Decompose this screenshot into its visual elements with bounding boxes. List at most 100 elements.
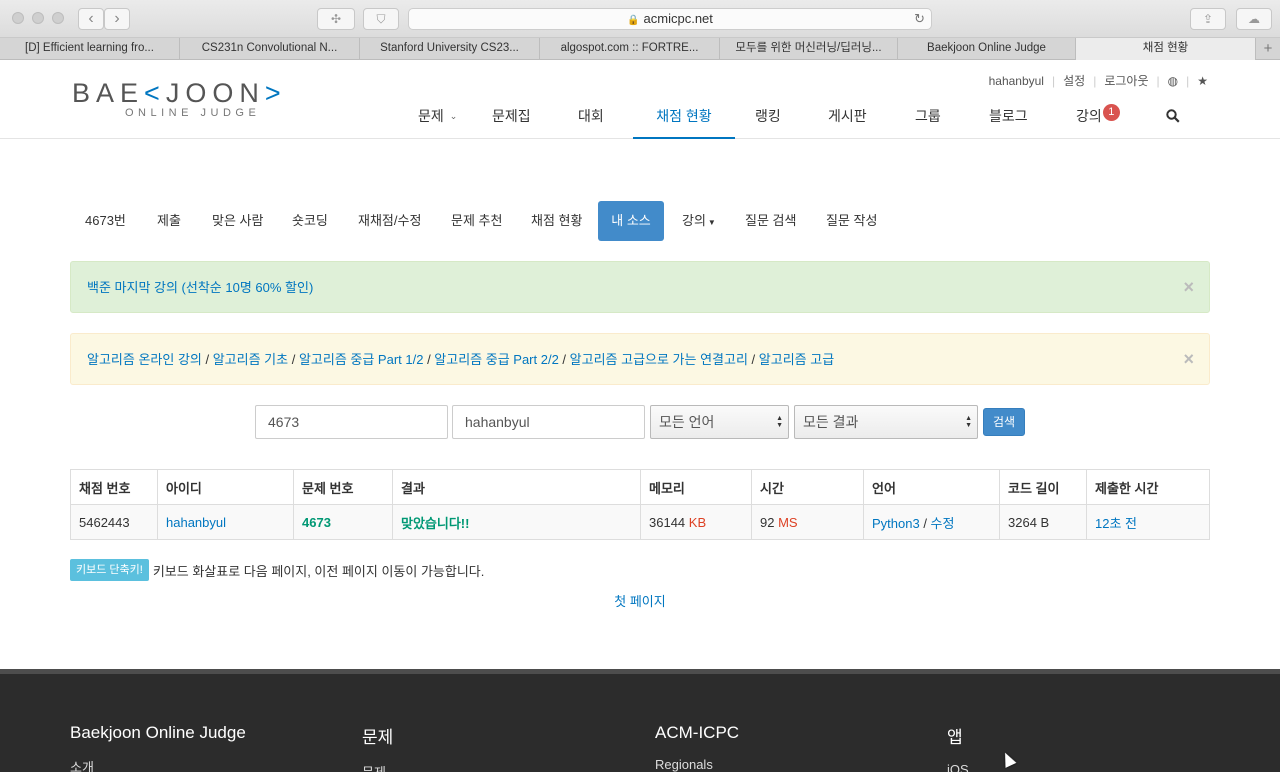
share-icon: ⇪ (1202, 12, 1214, 26)
tab-status[interactable]: 채점 현황 (516, 201, 597, 241)
user-link[interactable]: hahanbyul (166, 515, 226, 530)
result-select[interactable]: 모든 결과 ▲ ▼ (794, 405, 978, 439)
footer-column: Baekjoon Online Judge 소개 (70, 723, 246, 772)
nav-blog[interactable]: 블로그 (989, 106, 1028, 139)
browser-tab-active[interactable]: 채점 현황 (1076, 38, 1256, 60)
problem-id-input[interactable]: 4673 (255, 405, 448, 439)
nav-contest[interactable]: 대회 (578, 106, 604, 139)
footer-link[interactable]: 문제 (362, 762, 393, 772)
column-header: 채점 번호 (70, 469, 158, 505)
globe-icon[interactable]: ◍ (1168, 74, 1178, 88)
time-value: 92 (760, 514, 775, 530)
browser-tab[interactable]: Stanford University CS23... (360, 38, 540, 60)
chevron-right-icon: › (114, 10, 120, 27)
tab-recommend[interactable]: 문제 추천 (436, 201, 517, 241)
caret-down-icon: ▼ (707, 218, 716, 227)
lock-icon: 🔒 (627, 15, 640, 26)
lecture-link[interactable]: 알고리즘 온라인 강의 (87, 352, 202, 367)
close-icon[interactable]: × (1183, 262, 1194, 312)
nav-lecture[interactable]: 강의 1 (1076, 104, 1120, 139)
tab-lecture[interactable]: 강의 ▼ (667, 201, 731, 241)
browser-tab[interactable]: 모두를 위한 머신러닝/딥러닝... (720, 38, 898, 60)
time-cell: 92 MS (751, 504, 864, 540)
nav-problems[interactable]: 문제 ⌄ (418, 106, 457, 139)
tab-short-coding[interactable]: 숏코딩 (277, 201, 343, 241)
footer-link[interactable]: iOS (947, 762, 969, 772)
browser-tab-bar: [D] Efficient learning fro... CS231n Con… (0, 38, 1280, 60)
select-value: 모든 언어 (659, 414, 715, 430)
extensions-button[interactable]: ✣ (317, 8, 355, 30)
browser-tab[interactable]: CS231n Convolutional N... (180, 38, 360, 60)
tab-solved-users[interactable]: 맞은 사람 (197, 201, 278, 241)
star-icon[interactable]: ★ (1197, 74, 1208, 88)
share-button[interactable]: ⇪ (1190, 8, 1226, 30)
zoom-window-button[interactable] (52, 12, 64, 24)
lecture-link[interactable]: 알고리즘 중급 Part 2/2 (434, 352, 559, 367)
result-accepted: 맞았습니다!! (401, 515, 470, 531)
footer-link[interactable]: Regionals (655, 757, 739, 772)
separator: / (919, 515, 931, 531)
user-id-input[interactable]: hahanbyul (452, 405, 645, 439)
cloud-button[interactable]: ☁ (1236, 8, 1272, 30)
keyboard-hint-text: 키보드 화살표로 다음 페이지, 이전 페이지 이동이 가능합니다. (152, 563, 485, 579)
table-row: 5462443 hahanbyul 4673 맞았습니다!! 36144 KB … (70, 504, 1210, 540)
table-header-row: 채점 번호 아이디 문제 번호 결과 메모리 시간 언어 코드 길이 제출한 시… (70, 469, 1210, 505)
tab-problem-number[interactable]: 4673번 (70, 201, 141, 241)
separator: / (201, 352, 213, 367)
new-tab-button[interactable]: + (1256, 38, 1280, 60)
nav-group[interactable]: 그룹 (915, 106, 941, 139)
lecture-link[interactable]: 알고리즘 중급 Part 1/2 (299, 352, 424, 367)
nav-workbook[interactable]: 문제집 (492, 106, 531, 139)
browser-tab[interactable]: [D] Efficient learning fro... (0, 38, 180, 60)
separator: / (288, 352, 299, 367)
tab-label: 강의 (682, 213, 706, 228)
forward-button[interactable]: › (104, 8, 130, 30)
footer-link[interactable]: 소개 (70, 757, 246, 772)
language-select[interactable]: 모든 언어 ▲ ▼ (650, 405, 789, 439)
close-window-button[interactable] (12, 12, 24, 24)
tab-rejudge[interactable]: 재채점/수정 (343, 201, 436, 241)
tab-question-write[interactable]: 질문 작성 (811, 201, 892, 241)
nav-label: 강의 (1076, 108, 1102, 124)
lecture-link[interactable]: 알고리즘 고급으로 가는 연결고리 (570, 352, 748, 367)
submitted-time-link[interactable]: 12초 전 (1095, 516, 1137, 531)
tab-question-search[interactable]: 질문 검색 (730, 201, 811, 241)
logo-bracket: > (264, 78, 287, 108)
column-header: 시간 (751, 469, 864, 505)
reload-icon[interactable]: ↻ (914, 9, 925, 29)
logo-text: BAE (72, 78, 145, 108)
browser-tab[interactable]: algospot.com :: FORTRE... (540, 38, 720, 60)
close-icon[interactable]: × (1183, 334, 1194, 384)
pocket-button[interactable]: ⛉ (363, 8, 399, 30)
puzzle-icon: ✣ (330, 12, 342, 26)
column-header: 언어 (863, 469, 1000, 505)
edit-link[interactable]: 수정 (931, 516, 955, 531)
cloud-icon: ☁ (1248, 12, 1260, 26)
tab-submit[interactable]: 제출 (142, 201, 196, 241)
username-link[interactable]: hahanbyul (989, 74, 1044, 88)
footer-column: 문제 문제 (362, 723, 393, 772)
minimize-window-button[interactable] (32, 12, 44, 24)
first-page-label[interactable]: 첫 페이지 (614, 594, 665, 609)
search-icon[interactable] (1166, 106, 1180, 139)
nav-status[interactable]: 채점 현황 (633, 106, 735, 139)
lecture-link[interactable]: 알고리즘 고급 (759, 352, 834, 367)
search-button[interactable]: 검색 (983, 408, 1025, 436)
language-link[interactable]: Python3 (872, 516, 920, 531)
nav-board[interactable]: 게시판 (828, 106, 867, 139)
tab-my-source[interactable]: 내 소스 (598, 201, 664, 241)
problem-link[interactable]: 4673 (302, 515, 331, 530)
back-button[interactable]: ‹ (78, 8, 104, 30)
browser-tab[interactable]: Baekjoon Online Judge (898, 38, 1076, 60)
memory-unit: KB (688, 514, 707, 530)
address-bar[interactable]: 🔒 acmicpc.net ↻ (408, 8, 932, 30)
logout-link[interactable]: 로그아웃 (1104, 72, 1148, 89)
nav-ranking[interactable]: 랭킹 (755, 106, 781, 139)
promo-link[interactable]: 백준 마지막 강의 (선착순 10명 60% 할인) (87, 280, 313, 295)
site-logo[interactable]: BAE<JOON> ONLINE JUDGE (72, 78, 287, 119)
lecture-link[interactable]: 알고리즘 기초 (213, 352, 288, 367)
settings-link[interactable]: 설정 (1063, 72, 1085, 89)
logo-text: JOON (165, 78, 265, 108)
separator: / (747, 352, 759, 367)
keyboard-hint: 키보드 단축키! 키보드 화살표로 다음 페이지, 이전 페이지 이동이 가능합… (70, 559, 484, 581)
